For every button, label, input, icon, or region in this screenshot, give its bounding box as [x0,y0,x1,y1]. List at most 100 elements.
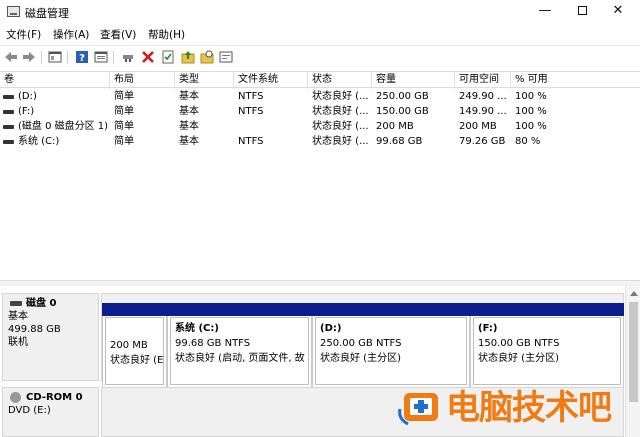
partition-status: 状态良好 (E [110,355,164,366]
help-icon[interactable]: ? [74,49,90,65]
check-icon[interactable] [160,49,176,65]
column-filesystem[interactable]: 文件系统 [234,72,308,89]
scroll-up-icon[interactable] [630,291,638,296]
partition-size: 99.68 GB NTFS [175,338,251,349]
cell-filesystem: NTFS [238,136,264,147]
table-row[interactable]: 系统 (C:) 简单 基本 NTFS 状态良好 (... 99.68 GB 79… [0,134,640,149]
cdrom-0-desc: DVD (E:) [8,405,51,416]
table-row[interactable]: (F:) 简单 基本 NTFS 状态良好 (... 150.00 GB 149.… [0,104,640,119]
column-percent-free[interactable]: % 可用 [511,72,640,89]
cell-status: 状态良好 (... [312,106,369,117]
volume-icon [3,110,14,114]
up-folder-icon[interactable] [180,49,196,65]
cdrom-0-label[interactable]: CD-ROM 0 DVD (E:) [2,387,99,437]
partition-system-reserved[interactable]: 200 MB 状态良好 (E [102,303,167,388]
table-row[interactable]: (D:) 简单 基本 NTFS 状态良好 (... 250.00 GB 249.… [0,89,640,104]
partition-info: 系统 (C:) 99.68 GB NTFS 状态良好 (启动, 页面文件, 故 [170,317,309,385]
cell-type: 基本 [179,121,199,132]
cell-volume: (F:) [18,106,35,117]
menu-bar: 文件(F) 操作(A) 查看(V) 帮助(H) [0,26,640,44]
cell-capacity: 200 MB [376,121,414,132]
window-title: 磁盘管理 [25,7,69,20]
watermark: 电脑技术吧 [396,387,636,431]
cell-volume: 系统 (C:) [18,136,60,147]
cell-filesystem: NTFS [238,91,264,102]
volume-icon [3,95,14,99]
partition-status: 状态良好 (启动, 页面文件, 故 [175,353,305,364]
cell-percent-free: 80 % [515,136,541,147]
forward-arrow-icon[interactable] [21,49,37,65]
volume-icon [3,140,14,144]
maximize-button[interactable] [562,0,602,24]
partition-bar [470,303,624,316]
disk-icon [10,301,22,306]
settings-icon[interactable] [218,49,234,65]
toolbar-separator [113,51,114,64]
search-folder-icon[interactable] [199,49,215,65]
column-volume[interactable]: 卷 [0,72,110,89]
column-layout[interactable]: 布局 [110,72,175,89]
partition-info: (F:) 150.00 GB NTFS 状态良好 (主分区) [473,317,621,385]
disk-0-partitions: 200 MB 状态良好 (E 系统 (C:) 99.68 GB NTFS 状态良… [101,293,624,388]
cell-percent-free: 100 % [515,121,547,132]
column-type[interactable]: 类型 [175,72,234,89]
column-free-space[interactable]: 可用空间 [455,72,511,89]
svg-text:?: ? [79,53,85,64]
disk-management-icon [7,6,20,17]
partition-status: 状态良好 (主分区) [320,353,401,364]
cell-type: 基本 [179,106,199,117]
toolbar-separator [41,51,42,64]
cdrom-0-name-row: CD-ROM 0 [8,391,93,404]
menu-view[interactable]: 查看(V) [100,27,136,42]
console-tree-icon[interactable] [47,49,63,65]
delete-icon[interactable] [140,49,156,65]
cell-volume: (D:) [18,91,37,102]
cell-layout: 简单 [114,136,134,147]
partition-info: 200 MB 状态良好 (E [105,317,164,385]
cell-free-space: 79.26 GB [459,136,506,147]
partition-d[interactable]: (D:) 250.00 GB NTFS 状态良好 (主分区) [312,303,470,388]
volume-list-header: 卷 布局 类型 文件系统 状态 容量 可用空间 % 可用 [0,71,640,89]
cell-free-space: 249.90 ... [459,91,507,102]
title-bar: 磁盘管理 — ✕ [0,0,640,24]
cell-capacity: 250.00 GB [376,91,429,102]
column-capacity[interactable]: 容量 [372,72,455,89]
menu-help[interactable]: 帮助(H) [148,27,185,42]
watermark-logo-icon [398,393,438,426]
connect-icon[interactable] [120,49,136,65]
cell-capacity: 150.00 GB [376,106,429,117]
partition-bar [312,303,470,316]
partition-status: 状态良好 (主分区) [478,353,559,364]
maximize-icon [577,6,587,15]
cell-status: 状态良好 (... [312,136,369,147]
cell-free-space: 149.90 ... [459,106,507,117]
cell-status: 状态良好 (... [312,91,369,102]
disk-0-type: 基本 [8,311,28,322]
table-row[interactable]: (磁盘 0 磁盘分区 1) 简单 基本 状态良好 (... 200 MB 200… [0,119,640,134]
partition-size: 150.00 GB NTFS [478,338,560,349]
cell-volume: (磁盘 0 磁盘分区 1) [18,121,109,132]
menu-file[interactable]: 文件(F) [6,27,41,42]
toolbar: ? [0,45,640,68]
partition-c[interactable]: 系统 (C:) 99.68 GB NTFS 状态良好 (启动, 页面文件, 故 [167,303,312,388]
partition-name: (D:) [320,323,342,334]
partition-info: (D:) 250.00 GB NTFS 状态良好 (主分区) [315,317,467,385]
properties-icon[interactable] [93,49,109,65]
partition-name: (F:) [478,323,498,334]
disk-0-name: 磁盘 0 [26,298,57,309]
cell-type: 基本 [179,91,199,102]
close-button[interactable]: ✕ [598,0,638,24]
partition-bar [102,303,167,316]
disk-0-state: 联机 [8,337,28,348]
column-status[interactable]: 状态 [308,72,372,89]
partition-size: 200 MB [110,340,148,351]
back-arrow-icon[interactable] [3,49,19,65]
cell-filesystem: NTFS [238,106,264,117]
minimize-button[interactable]: — [525,0,565,24]
watermark-text: 电脑技术吧 [446,388,612,428]
toolbar-separator [67,51,68,64]
menu-action[interactable]: 操作(A) [53,27,89,42]
volume-icon [3,125,14,129]
disk-0-label[interactable]: 磁盘 0 基本 499.88 GB 联机 [2,293,99,381]
partition-f[interactable]: (F:) 150.00 GB NTFS 状态良好 (主分区) [470,303,624,388]
